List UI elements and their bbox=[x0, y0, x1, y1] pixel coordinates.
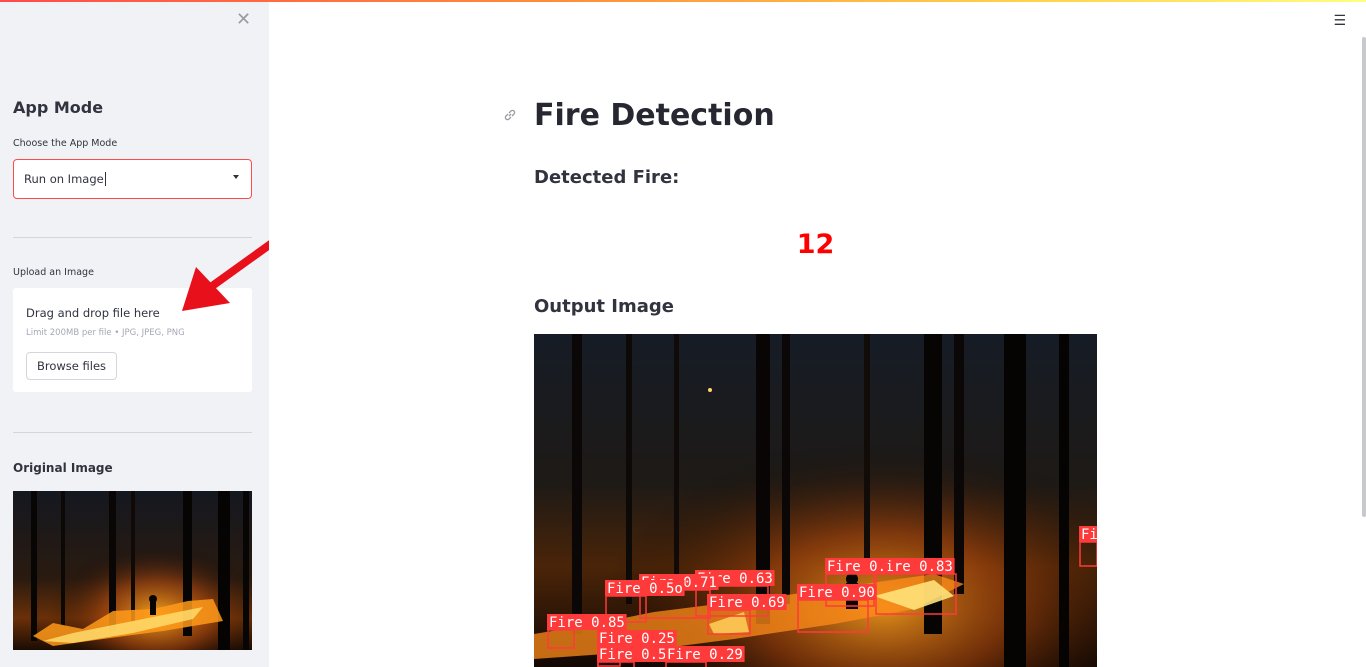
detection-label: Fire 0.5o bbox=[607, 581, 683, 597]
original-image-heading: Original Image bbox=[13, 461, 113, 475]
original-image bbox=[13, 491, 252, 650]
detection-label: Fire 0.29 bbox=[667, 647, 743, 663]
choose-app-mode-label: Choose the App Mode bbox=[13, 138, 118, 149]
text-cursor bbox=[104, 172, 106, 186]
detection-label: Fire 0.56 bbox=[599, 647, 675, 663]
link-icon[interactable] bbox=[503, 108, 517, 122]
main-content: ☰ Fire Detection Detected Fire: 12 Outpu… bbox=[269, 2, 1366, 667]
detected-fire-heading: Detected Fire: bbox=[534, 167, 680, 188]
hamburger-menu-icon[interactable]: ☰ bbox=[1333, 13, 1346, 29]
output-image: Fire 0.83Fire 0.Fire 0.90Fire 0.63Fire 0… bbox=[534, 334, 1097, 667]
output-image-heading: Output Image bbox=[534, 296, 674, 317]
close-icon[interactable]: ✕ bbox=[236, 10, 251, 30]
detection-label: Fire 0.83 bbox=[877, 559, 953, 575]
upload-image-label: Upload an Image bbox=[13, 267, 94, 278]
detection-label: Fire 0.25 bbox=[599, 631, 675, 647]
app-mode-heading: App Mode bbox=[13, 98, 104, 117]
sidebar-divider-2 bbox=[13, 432, 252, 433]
detection-label: Fir bbox=[1081, 527, 1097, 543]
dropzone-title: Drag and drop file here bbox=[26, 306, 160, 320]
chevron-down-icon[interactable] bbox=[233, 175, 239, 179]
detection-label: Fire 0.85 bbox=[549, 615, 625, 631]
detection-label: Fire 0.69 bbox=[709, 595, 785, 611]
detection-label: Fire 0. bbox=[827, 559, 886, 575]
page-title: Fire Detection bbox=[534, 98, 775, 133]
browse-files-button[interactable]: Browse files bbox=[26, 352, 118, 380]
dropzone-limit-text: Limit 200MB per file • JPG, JPEG, PNG bbox=[26, 328, 185, 338]
detected-fire-count: 12 bbox=[796, 229, 835, 260]
scrollbar[interactable] bbox=[1362, 37, 1366, 517]
detection-label: Fire 0.90 bbox=[799, 585, 875, 601]
app-mode-select[interactable]: Run on Image bbox=[13, 159, 252, 199]
sidebar: ✕ App Mode Choose the App Mode Run on Im… bbox=[0, 2, 269, 667]
app-mode-select-value: Run on Image bbox=[24, 172, 104, 186]
annotation-arrow-icon bbox=[182, 240, 269, 311]
